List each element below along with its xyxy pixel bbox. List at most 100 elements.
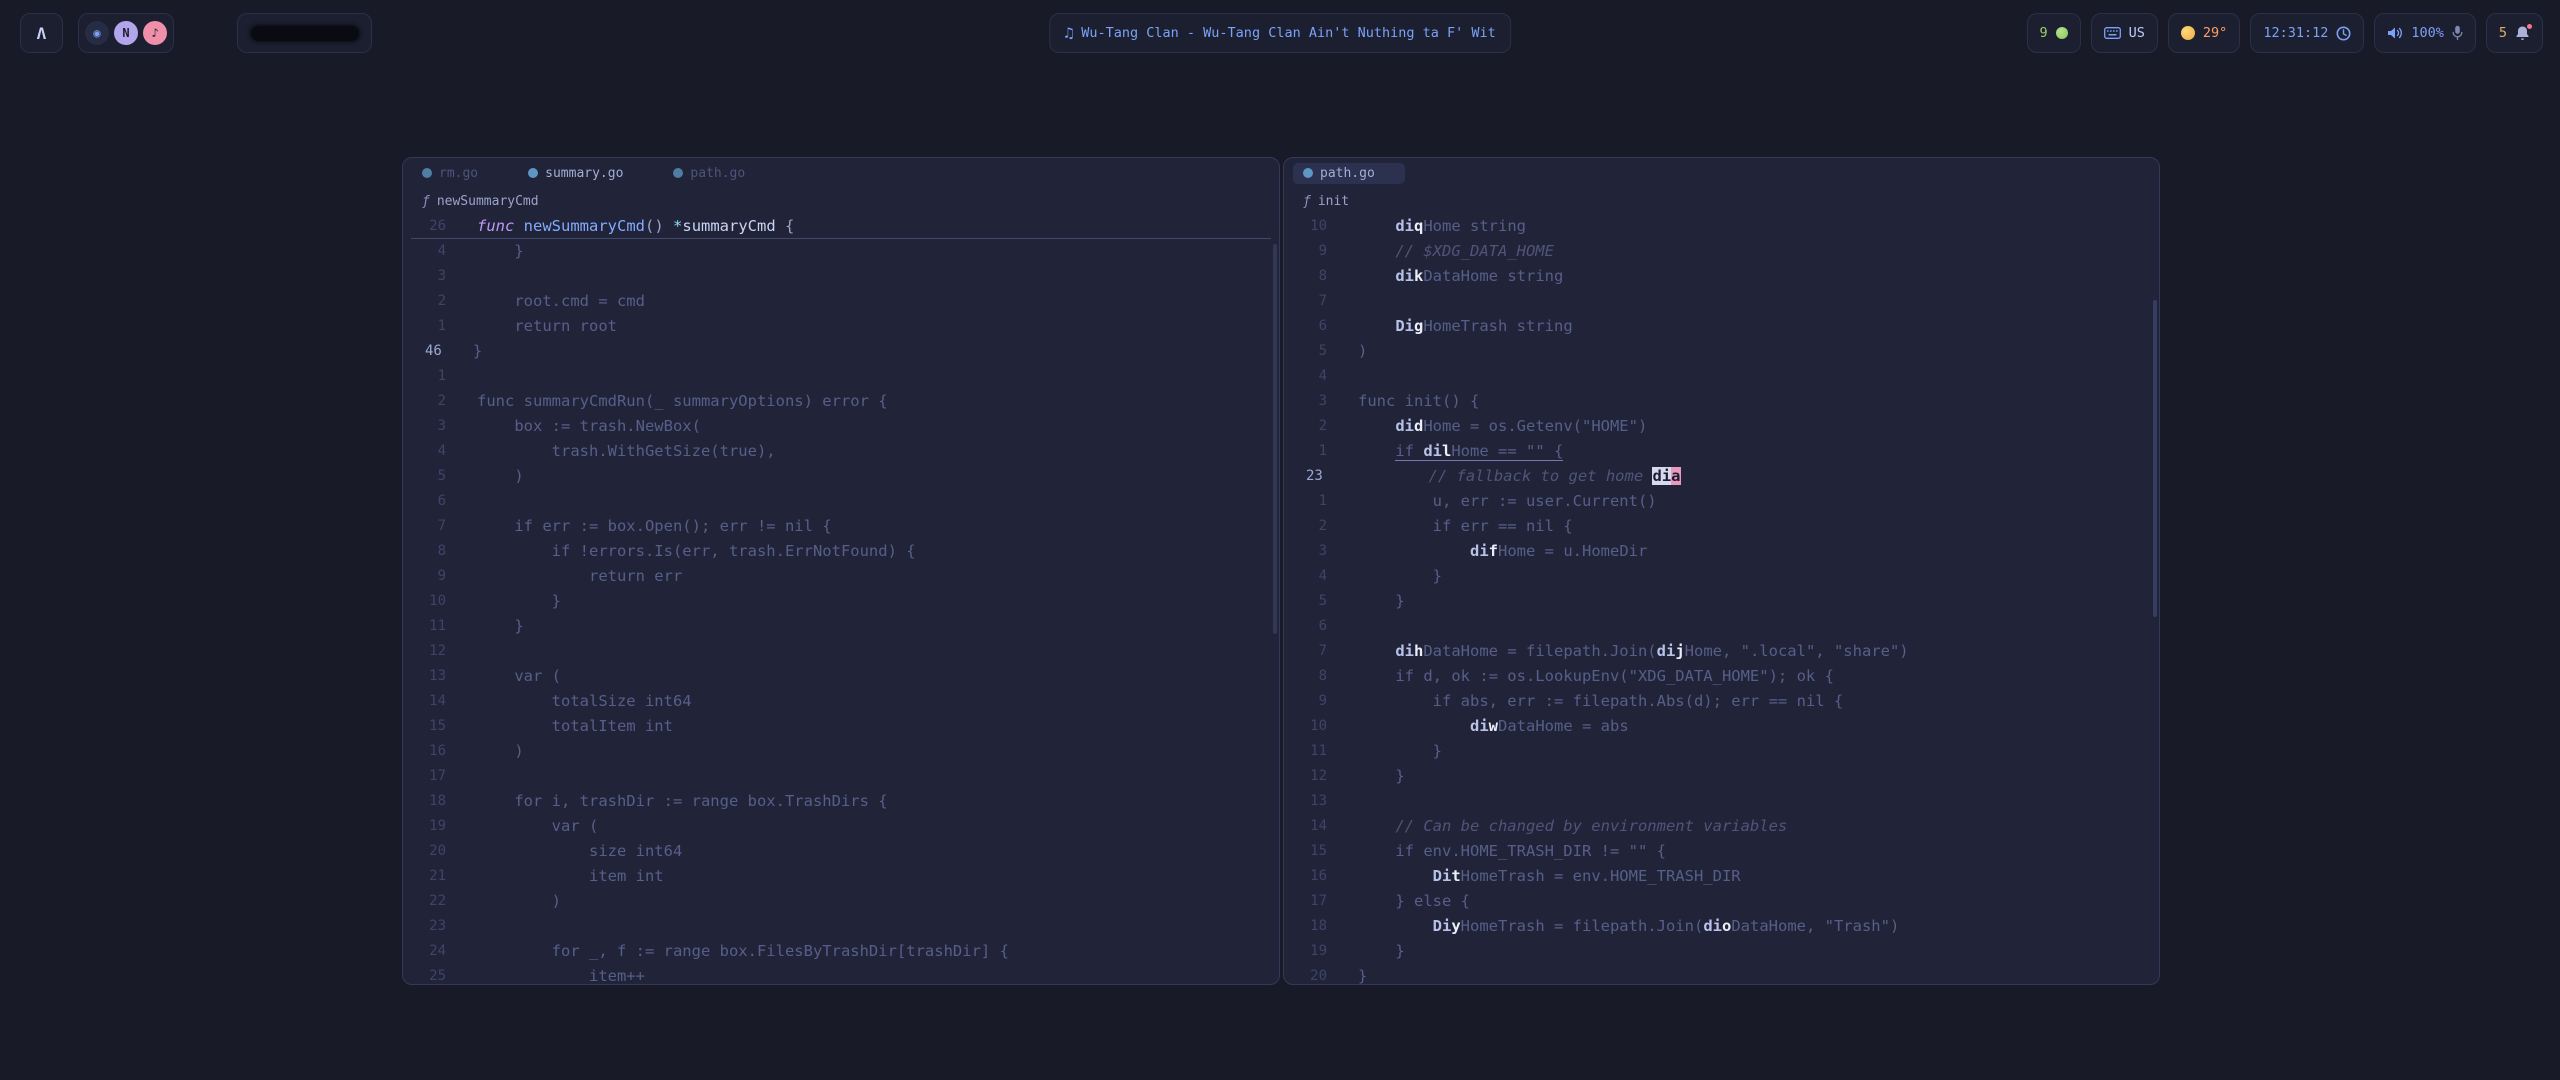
- code-line[interactable]: 1 return root: [403, 314, 1279, 339]
- audio-widget[interactable]: 100%: [2374, 13, 2476, 53]
- code-line[interactable]: 20}: [1284, 964, 2159, 985]
- code-line[interactable]: 16 DitHomeTrash = env.HOME_TRASH_DIR: [1284, 864, 2159, 889]
- code-line[interactable]: 21 item int: [403, 864, 1279, 889]
- code-line[interactable]: 1 if dilHome == "" {: [1284, 439, 2159, 464]
- code-line[interactable]: 12 }: [1284, 764, 2159, 789]
- workspace-indicator-2[interactable]: N: [114, 21, 138, 45]
- code-line[interactable]: 3func init() {: [1284, 389, 2159, 414]
- line-number: 14: [1284, 814, 1327, 839]
- code-line[interactable]: 9 // $XDG_DATA_HOME: [1284, 239, 2159, 264]
- code-line[interactable]: 4 }: [1284, 564, 2159, 589]
- tab-rm.go[interactable]: rm.go: [422, 163, 508, 184]
- updates-widget[interactable]: 9: [2027, 13, 2081, 53]
- code-line[interactable]: 17 } else {: [1284, 889, 2159, 914]
- code-line[interactable]: 10 diwDataHome = abs: [1284, 714, 2159, 739]
- code-line[interactable]: 6: [1284, 614, 2159, 639]
- code-line[interactable]: 13: [1284, 789, 2159, 814]
- code-area[interactable]: 10 diqHome string9 // $XDG_DATA_HOME8 di…: [1284, 214, 2159, 985]
- line-number: 4: [403, 239, 446, 264]
- code-line[interactable]: 11 }: [1284, 739, 2159, 764]
- line-text: difHome = u.HomeDir: [1358, 539, 1647, 564]
- launcher-button[interactable]: Λ: [20, 13, 63, 53]
- tab-path.go[interactable]: path.go: [1293, 163, 1405, 184]
- line-number: 9: [403, 564, 446, 589]
- code-line[interactable]: 25 item++: [403, 964, 1279, 985]
- tab-summary.go[interactable]: summary.go: [528, 163, 653, 184]
- line-text: for i, trashDir := range box.TrashDirs {: [477, 789, 888, 814]
- code-line[interactable]: 19 }: [1284, 939, 2159, 964]
- bar-left-group: Λ ◉N♪: [20, 13, 372, 53]
- line-text: totalItem int: [477, 714, 673, 739]
- code-line[interactable]: 4 trash.WithGetSize(true),: [403, 439, 1279, 464]
- keyboard-layout: US: [2129, 25, 2145, 41]
- breadcrumb-symbol: init: [1318, 194, 1349, 209]
- music-note-icon: ♫: [1064, 24, 1073, 42]
- code-line[interactable]: 23: [403, 914, 1279, 939]
- code-area[interactable]: 4 }32 root.cmd = cmd1 return root46}12fu…: [403, 239, 1279, 985]
- notifications-widget[interactable]: 5: [2486, 13, 2543, 53]
- code-line[interactable]: 6: [403, 489, 1279, 514]
- code-line[interactable]: 9 return err: [403, 564, 1279, 589]
- code-line[interactable]: 6 DigHomeTrash string: [1284, 314, 2159, 339]
- code-line[interactable]: 13 var (: [403, 664, 1279, 689]
- tab-path.go[interactable]: path.go: [673, 163, 775, 184]
- code-line[interactable]: 5 ): [403, 464, 1279, 489]
- code-line[interactable]: 3 box := trash.NewBox(: [403, 414, 1279, 439]
- code-line[interactable]: 3: [403, 264, 1279, 289]
- code-line[interactable]: 19 var (: [403, 814, 1279, 839]
- code-line[interactable]: 2 didHome = os.Getenv("HOME"): [1284, 414, 2159, 439]
- code-line[interactable]: 4 }: [403, 239, 1279, 264]
- go-file-icon: [422, 168, 432, 178]
- code-line[interactable]: 8 dikDataHome string: [1284, 264, 2159, 289]
- code-line[interactable]: 1: [403, 364, 1279, 389]
- code-line[interactable]: 16 ): [403, 739, 1279, 764]
- code-line[interactable]: 46}: [403, 339, 1279, 364]
- go-file-icon: [673, 168, 683, 178]
- code-line[interactable]: 8 if !errors.Is(err, trash.ErrNotFound) …: [403, 539, 1279, 564]
- line-text: didHome = os.Getenv("HOME"): [1358, 414, 1647, 439]
- code-line[interactable]: 8 if d, ok := os.LookupEnv("XDG_DATA_HOM…: [1284, 664, 2159, 689]
- code-line[interactable]: 4: [1284, 364, 2159, 389]
- workspace-indicator-1[interactable]: ◉: [85, 21, 109, 45]
- code-line[interactable]: 23 // fallback to get home dia: [1284, 464, 2159, 489]
- workspace-indicator-3[interactable]: ♪: [143, 21, 167, 45]
- code-line[interactable]: 1 u, err := user.Current(): [1284, 489, 2159, 514]
- code-line[interactable]: 15 if env.HOME_TRASH_DIR != "" {: [1284, 839, 2159, 864]
- line-number: 9: [1284, 689, 1327, 714]
- code-line[interactable]: 22 ): [403, 889, 1279, 914]
- code-line[interactable]: 12: [403, 639, 1279, 664]
- code-line[interactable]: 5 }: [1284, 589, 2159, 614]
- clock-widget[interactable]: 12:31:12: [2250, 13, 2364, 53]
- tab-label: rm.go: [439, 166, 478, 181]
- code-line[interactable]: 2 root.cmd = cmd: [403, 289, 1279, 314]
- code-line[interactable]: 7 dihDataHome = filepath.Join(dijHome, "…: [1284, 639, 2159, 664]
- code-line[interactable]: 14 // Can be changed by environment vari…: [1284, 814, 2159, 839]
- code-line[interactable]: 2func summaryCmdRun(_ summaryOptions) er…: [403, 389, 1279, 414]
- code-line[interactable]: 3 difHome = u.HomeDir: [1284, 539, 2159, 564]
- weather-widget[interactable]: 29°: [2168, 13, 2240, 53]
- code-line[interactable]: 5): [1284, 339, 2159, 364]
- workspace-switcher[interactable]: ◉N♪: [78, 13, 174, 53]
- code-line[interactable]: 7: [1284, 289, 2159, 314]
- code-line[interactable]: 7 if err := box.Open(); err != nil {: [403, 514, 1279, 539]
- media-player-widget[interactable]: ♫ Wu-Tang Clan - Wu-Tang Clan Ain't Nuth…: [1049, 13, 1511, 53]
- code-line[interactable]: 10 diqHome string: [1284, 214, 2159, 239]
- code-line[interactable]: 18 DiyHomeTrash = filepath.Join(dioDataH…: [1284, 914, 2159, 939]
- code-line[interactable]: 15 totalItem int: [403, 714, 1279, 739]
- code-line[interactable]: 18 for i, trashDir := range box.TrashDir…: [403, 789, 1279, 814]
- line-number: 3: [1284, 389, 1327, 414]
- line-number: 2: [403, 389, 446, 414]
- code-line[interactable]: 17: [403, 764, 1279, 789]
- code-line[interactable]: 20 size int64: [403, 839, 1279, 864]
- code-line[interactable]: 9 if abs, err := filepath.Abs(d); err ==…: [1284, 689, 2159, 714]
- editor-window-left: rm.gosummary.gopath.go ƒ newSummaryCmd 2…: [402, 157, 1280, 985]
- scrollbar[interactable]: [2153, 300, 2157, 617]
- code-line[interactable]: 14 totalSize int64: [403, 689, 1279, 714]
- code-line[interactable]: 10 }: [403, 589, 1279, 614]
- code-line[interactable]: 2 if err == nil {: [1284, 514, 2159, 539]
- code-line[interactable]: 11 }: [403, 614, 1279, 639]
- keyboard-layout-widget[interactable]: US: [2091, 13, 2158, 53]
- code-line[interactable]: 24 for _, f := range box.FilesByTrashDir…: [403, 939, 1279, 964]
- scrollbar[interactable]: [1273, 244, 1277, 634]
- line-text: }: [477, 614, 524, 639]
